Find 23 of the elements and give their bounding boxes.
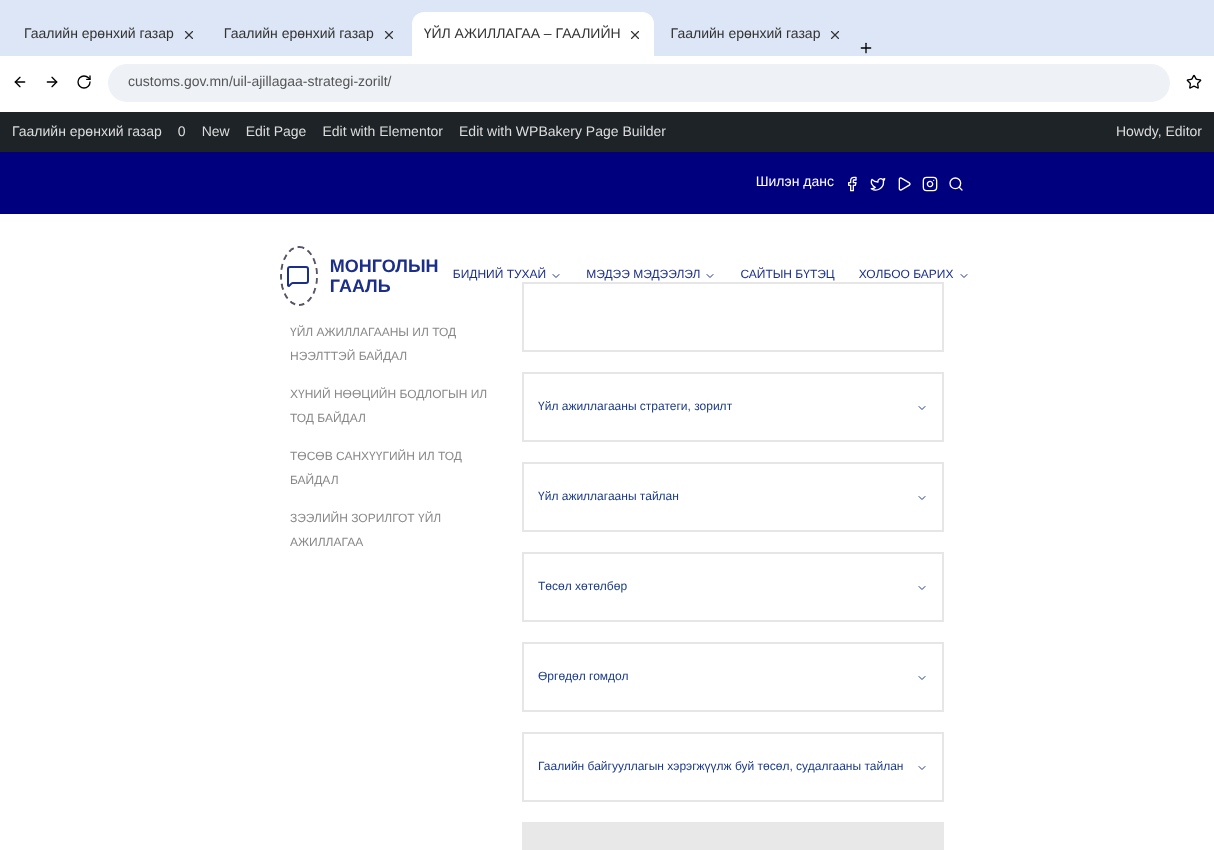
back-icon: [12, 74, 28, 90]
reload-icon: [76, 74, 92, 90]
caret-icon: [957, 270, 970, 282]
facebook-icon: [844, 175, 860, 191]
caret-icon: [916, 581, 928, 594]
play-icon: [896, 175, 912, 191]
star-icon: [1186, 74, 1202, 90]
close-icon[interactable]: [828, 27, 843, 41]
close-icon[interactable]: [628, 27, 643, 41]
forward-icon: [44, 74, 60, 90]
close-icon[interactable]: [381, 27, 396, 41]
caret-icon: [916, 491, 928, 504]
caret-icon: [704, 270, 717, 282]
twitter-icon: [870, 175, 886, 191]
caret-icon: [916, 761, 928, 774]
caret-icon: [916, 401, 928, 414]
new-tab-icon: [858, 40, 875, 56]
caret-icon: [916, 671, 928, 684]
caret-icon: [550, 270, 563, 282]
close-icon[interactable]: [181, 27, 196, 41]
instagram-icon: [922, 175, 938, 191]
search-icon: [948, 175, 964, 191]
site-logo[interactable]: МОНГОЛЫН ГААЛЬ: [329, 256, 453, 296]
